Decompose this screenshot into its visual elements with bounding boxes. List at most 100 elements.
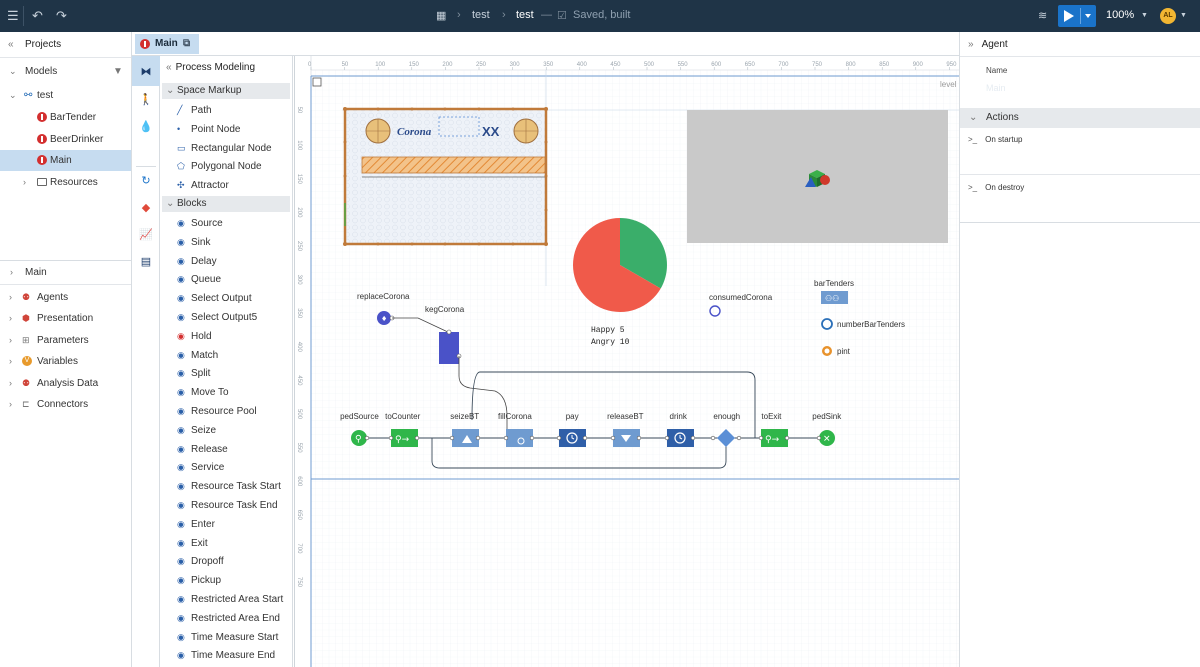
on-destroy-field[interactable]: >_ On destroy <box>968 183 1024 192</box>
outline-title: Main <box>25 267 47 278</box>
palette-item-queue[interactable]: ◉ Queue <box>177 270 221 288</box>
ruler-tick-label: 50 <box>342 62 349 68</box>
redo-icon[interactable]: ↷ <box>56 8 67 24</box>
ruler-tick-label: 500 <box>644 62 655 68</box>
palette-item-label: Time Measure End <box>191 650 276 662</box>
zoom-dropdown-icon[interactable]: ▼ <box>1141 12 1148 19</box>
tree-item-resources[interactable]: › Resources <box>0 172 131 193</box>
outline-item-variables[interactable]: › V Variables <box>0 351 131 372</box>
name-field[interactable]: Main <box>986 83 1176 97</box>
palette-item-resource-task-start[interactable]: ◉ Resource Task Start <box>177 477 281 495</box>
presentation-icon[interactable]: ◆ <box>138 200 154 216</box>
filter-icon[interactable]: ▼ <box>113 61 123 82</box>
palette-item-enter[interactable]: ◉ Enter <box>177 515 215 533</box>
palette-item-label: Dropoff <box>191 556 224 568</box>
process-modeling-icon[interactable]: ⧓ <box>138 64 154 80</box>
tree-item-test[interactable]: ⌄ ⚯ test <box>0 85 131 106</box>
palette-item-rectangular-node[interactable]: ▭ Rectangular Node <box>177 139 272 157</box>
breadcrumb-model[interactable]: test <box>472 9 490 21</box>
palette-item-path[interactable]: ╱ Path <box>177 101 212 119</box>
model-canvas[interactable]: 0 50 100 150 200 250 300 350 400 450 500 550 600 650 7… <box>294 56 959 667</box>
palette-item-resource-pool[interactable]: ◉ Resource Pool <box>177 402 257 420</box>
mood-pie-chart[interactable] <box>573 218 667 312</box>
zoom-level[interactable]: 100% <box>1106 9 1134 21</box>
user-dropdown-icon[interactable]: ▼ <box>1180 12 1187 19</box>
bar-counter[interactable] <box>361 156 546 174</box>
happy-label: Happy 5 <box>591 326 625 335</box>
outline-header[interactable]: › Main <box>0 262 131 283</box>
palette-category-bar: ⧓ 🚶 💧 ↻ ◆ 📈 ▤ <box>132 56 160 667</box>
palette-item-exit[interactable]: ◉ Exit <box>177 534 208 552</box>
analysis-icon[interactable]: 📈 <box>138 227 154 243</box>
palette-item-service[interactable]: ◉ Service <box>177 458 224 476</box>
palette-item-move-to[interactable]: ◉ Move To <box>177 383 229 401</box>
tree-label: test <box>37 90 54 101</box>
pedestrian-icon[interactable]: 🚶 <box>138 92 154 108</box>
undo-icon[interactable]: ↶ <box>32 8 43 24</box>
tree-item-main[interactable]: Main <box>0 150 131 171</box>
palette-item-source[interactable]: ◉ Source <box>177 214 223 232</box>
palette-item-restricted-area-start[interactable]: ◉ Restricted Area Start <box>177 590 283 608</box>
palette-item-icon: ◉ <box>177 274 185 285</box>
layers-icon[interactable]: ⧉ <box>183 34 190 54</box>
outline-item-parameters[interactable]: › ⊞ Parameters <box>0 330 131 351</box>
palette-item-select-output[interactable]: ◉ Select Output <box>177 289 252 307</box>
tab-main[interactable]: Main ⧉ <box>135 34 199 54</box>
section-space-markup[interactable]: ⌄ Space Markup <box>162 83 290 99</box>
on-startup-field[interactable]: >_ On startup <box>968 135 1022 144</box>
palette-item-dropoff[interactable]: ◉ Dropoff <box>177 552 224 570</box>
corona-logo: Corona <box>397 126 432 138</box>
palette-item-sink[interactable]: ◉ Sink <box>177 233 210 251</box>
section-blocks[interactable]: ⌄ Blocks <box>162 196 290 212</box>
ruler-tick-label: 100 <box>296 140 302 151</box>
palette-item-resource-task-end[interactable]: ◉ Resource Task End <box>177 496 278 514</box>
collapse-icon[interactable]: « <box>166 62 172 73</box>
palette-item-point-node[interactable]: • Point Node <box>177 120 240 138</box>
avatar[interactable]: AL <box>1160 8 1176 24</box>
palette-item-select-output5[interactable]: ◉ Select Output5 <box>177 308 257 326</box>
tree-item-bartender[interactable]: BarTender <box>0 107 131 128</box>
palette-item-hold[interactable]: ◉ Hold <box>177 327 212 345</box>
palette-item-seize[interactable]: ◉ Seize <box>177 421 216 439</box>
palette-item-release[interactable]: ◉ Release <box>177 440 228 458</box>
outline-item-connectors[interactable]: › ⊏ Connectors <box>0 394 131 415</box>
canvas-svg[interactable]: 0 50 100 150 200 250 300 350 400 450 500 550 600 650 7… <box>295 56 959 667</box>
statistics-icon[interactable]: ↻ <box>138 173 154 189</box>
actions-section[interactable]: ⌄ Actions <box>960 108 1200 128</box>
palette-item-icon: ◉ <box>177 537 185 548</box>
palette-item-pickup[interactable]: ◉ Pickup <box>177 571 221 589</box>
palette-item-match[interactable]: ◉ Match <box>177 346 218 364</box>
palette-item-delay[interactable]: ◉ Delay <box>177 252 217 270</box>
palette-item-polygonal-node[interactable]: ⬠ Polygonal Node <box>177 157 262 175</box>
palette-item-split[interactable]: ◉ Split <box>177 364 210 382</box>
palette-item-label: Exit <box>191 537 208 549</box>
keg-corona-block[interactable] <box>439 332 459 364</box>
collapse-icon[interactable]: « <box>8 32 14 58</box>
code-icon: >_ <box>968 183 978 192</box>
lock-icon[interactable] <box>312 77 322 87</box>
expand-icon[interactable]: » <box>968 39 974 50</box>
palette-item-attractor[interactable]: ✣ Attractor <box>177 176 229 194</box>
filter-icon[interactable]: ≋ <box>1038 8 1047 24</box>
models-header[interactable]: ⌄ Models ▼ <box>0 61 131 82</box>
controls-icon[interactable]: ▤ <box>138 254 154 270</box>
analysis-icon: ⚉ <box>22 378 31 388</box>
divider <box>136 166 156 167</box>
menu-icon[interactable]: ☰ <box>7 8 19 24</box>
palette-item-time-measure-start[interactable]: ◉ Time Measure Start <box>177 628 278 646</box>
palette-item-time-measure-end[interactable]: ◉ Time Measure End <box>177 646 275 664</box>
people-icon: ⚇⚇ <box>825 294 839 303</box>
outline-item-agents[interactable]: › ⚉ Agents <box>0 287 131 308</box>
palette-item-restricted-area-end[interactable]: ◉ Restricted Area End <box>177 609 280 627</box>
outline-item-presentation[interactable]: › ⬢ Presentation <box>0 308 131 329</box>
editor-tabbar: Main ⧉ <box>132 32 959 56</box>
run-button[interactable] <box>1058 5 1096 27</box>
properties-title: Agent <box>981 39 1008 50</box>
tree-item-beerdrinker[interactable]: BeerDrinker <box>0 129 131 150</box>
run-dropdown-icon[interactable] <box>1085 14 1091 18</box>
fluid-icon[interactable]: 💧 <box>138 119 154 135</box>
on-startup-label: On startup <box>985 135 1023 144</box>
outline-item-analysis-data[interactable]: › ⚉ Analysis Data <box>0 373 131 394</box>
grid-view-icon[interactable]: ▦ <box>436 8 446 24</box>
outline-label: Parameters <box>37 335 89 346</box>
